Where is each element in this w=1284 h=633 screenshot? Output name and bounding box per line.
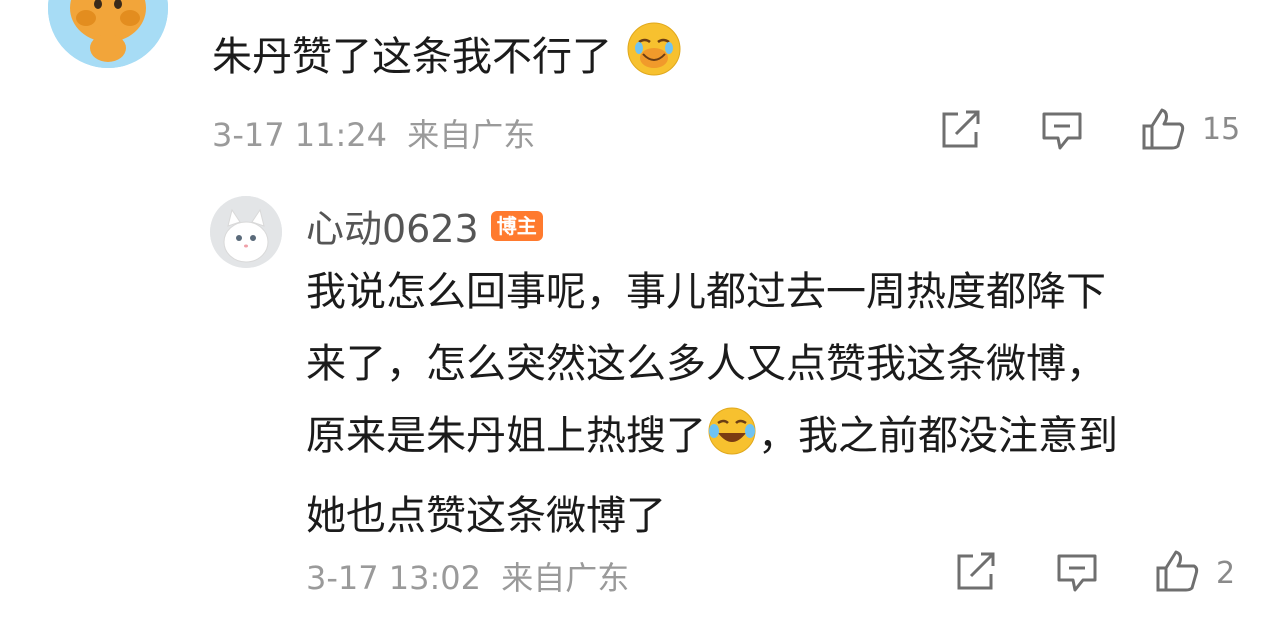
laughing-tears-emoji-icon [706,405,758,480]
reply-header: 心动0623 博主 [306,198,543,253]
like-count: 15 [1202,112,1241,147]
reply-location: 来自广东 [501,559,630,597]
reply-body: 我说怎么回事呢，事儿都过去一周热度都降下 来了，怎么突然这么多人又点赞我这条微博… [306,256,1118,552]
like-count: 2 [1216,556,1236,591]
thumbs-up-icon[interactable] [1140,106,1188,152]
reply-timestamp: 3-17 13:02 [306,559,482,597]
comment-location: 来自广东 [407,116,536,154]
reply-meta: 3-17 13:02 来自广东 [306,553,629,599]
reply-line-4: 她也点赞这条微博了 [306,493,666,539]
comment-body: 朱丹赞了这条我不行了 [212,20,683,89]
comment-meta: 3-17 11:24 来自广东 [212,110,535,156]
reply-line-2: 来了，怎么突然这么多人又点赞我这条微博， [306,341,1106,387]
reply-line-3b: ，我之前都没注意到 [758,413,1118,459]
author-badge: 博主 [490,210,543,241]
reply-line-1: 我说怎么回事呢，事儿都过去一周热度都降下 [306,269,1106,315]
commenter-avatar[interactable] [48,0,168,68]
reply-line-3a: 原来是朱丹姐上热搜了 [306,413,706,459]
share-icon[interactable] [955,552,997,592]
reply-username[interactable]: 心动0623 [306,198,479,253]
comment-timestamp: 3-17 11:24 [212,116,388,154]
thumbs-up-icon[interactable] [1154,548,1202,594]
reply-line-3-wrap: 原来是朱丹姐上热搜了 ，我之前都没注意到 [306,400,1118,480]
comment-icon[interactable] [1040,110,1084,152]
reply-avatar[interactable] [210,196,282,268]
share-icon[interactable] [940,110,982,150]
comment-text: 朱丹赞了这条我不行了 [212,34,612,80]
crying-laughing-emoji-icon [625,20,683,89]
comment-icon[interactable] [1055,552,1099,594]
